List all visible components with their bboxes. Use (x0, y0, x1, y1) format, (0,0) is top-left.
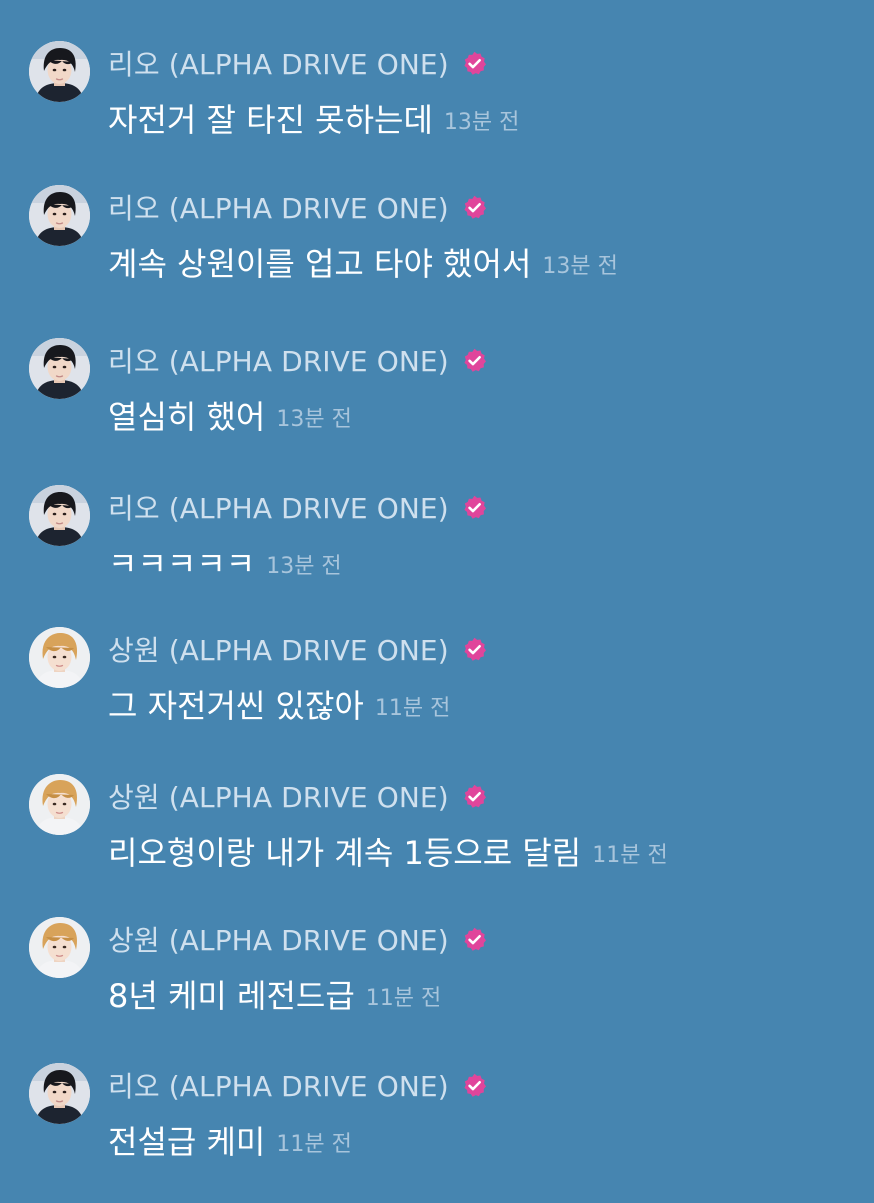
author-name[interactable]: 상원 (ALPHA DRIVE ONE) (108, 776, 449, 816)
message-row: 자전거 잘 타진 못하는데 13분 전 (108, 96, 519, 140)
message-text: ㅋㅋㅋㅋㅋ (108, 545, 256, 583)
verified-badge-icon (461, 494, 488, 521)
avatar-rio[interactable] (29, 41, 90, 102)
message-timestamp: 11분 전 (374, 696, 451, 721)
author-name[interactable]: 리오 (ALPHA DRIVE ONE) (108, 1065, 449, 1105)
avatar-rio[interactable] (29, 1063, 90, 1124)
message-text: 계속 상원이를 업고 타야 했어서 (108, 245, 532, 283)
author-row: 상원 (ALPHA DRIVE ONE) (108, 629, 488, 669)
message-item[interactable]: 상원 (ALPHA DRIVE ONE) 그 자전거씬 있잖아 11분 전 (0, 627, 874, 767)
avatar-sangwon[interactable] (29, 917, 90, 978)
rio-avatar-image (29, 185, 90, 246)
message-timestamp: 11분 전 (592, 843, 668, 868)
rio-avatar-image (29, 41, 90, 102)
author-row: 리오 (ALPHA DRIVE ONE) (108, 487, 488, 527)
author-row: 상원 (ALPHA DRIVE ONE) (108, 776, 488, 816)
author-name[interactable]: 리오 (ALPHA DRIVE ONE) (108, 187, 449, 227)
message-timestamp: 13분 전 (276, 407, 352, 432)
verified-badge-icon (461, 926, 488, 953)
avatar-sangwon[interactable] (29, 627, 90, 688)
verified-badge-icon (461, 347, 488, 374)
verified-badge-icon (461, 636, 488, 663)
author-row: 리오 (ALPHA DRIVE ONE) (108, 1065, 488, 1105)
avatar-rio[interactable] (29, 338, 90, 399)
author-row: 리오 (ALPHA DRIVE ONE) (108, 340, 488, 380)
comment-feed: 리오 (ALPHA DRIVE ONE) 자전거 잘 타진 못하는데 13분 전… (0, 0, 874, 1200)
message-item[interactable]: 리오 (ALPHA DRIVE ONE) ㅋㅋㅋㅋㅋ 13분 전 (0, 485, 874, 625)
message-timestamp: 13분 전 (443, 110, 520, 135)
message-timestamp: 11분 전 (276, 1132, 352, 1157)
author-name[interactable]: 상원 (ALPHA DRIVE ONE) (108, 629, 449, 669)
author-name[interactable]: 상원 (ALPHA DRIVE ONE) (108, 919, 449, 959)
message-item[interactable]: 리오 (ALPHA DRIVE ONE) 전설급 케미 11분 전 (0, 1063, 874, 1203)
avatar-rio[interactable] (29, 185, 90, 246)
verified-badge-icon (461, 783, 488, 810)
author-row: 리오 (ALPHA DRIVE ONE) (108, 43, 488, 83)
message-item[interactable]: 리오 (ALPHA DRIVE ONE) 계속 상원이를 업고 타야 했어서 1… (0, 185, 874, 325)
message-text: 8년 케미 레전드급 (108, 977, 355, 1015)
rio-avatar-image (29, 485, 90, 546)
message-text: 전설급 케미 (108, 1123, 266, 1161)
verified-badge-icon (461, 50, 488, 77)
message-text: 자전거 잘 타진 못하는데 (108, 101, 433, 139)
message-row: 리오형이랑 내가 계속 1등으로 달림 11분 전 (108, 829, 668, 873)
message-text: 그 자전거씬 있잖아 (108, 687, 364, 725)
message-timestamp: 13분 전 (542, 254, 618, 279)
author-name[interactable]: 리오 (ALPHA DRIVE ONE) (108, 340, 449, 380)
message-row: 전설급 케미 11분 전 (108, 1118, 352, 1162)
message-row: ㅋㅋㅋㅋㅋ 13분 전 (108, 540, 342, 584)
message-text: 열심히 했어 (108, 398, 266, 436)
message-item[interactable]: 상원 (ALPHA DRIVE ONE) 리오형이랑 내가 계속 1등으로 달림… (0, 774, 874, 914)
message-timestamp: 13분 전 (266, 554, 342, 579)
message-item[interactable]: 리오 (ALPHA DRIVE ONE) 자전거 잘 타진 못하는데 13분 전 (0, 41, 874, 181)
author-name[interactable]: 리오 (ALPHA DRIVE ONE) (108, 487, 449, 527)
message-row: 그 자전거씬 있잖아 11분 전 (108, 682, 450, 726)
message-text: 리오형이랑 내가 계속 1등으로 달림 (108, 834, 582, 872)
message-timestamp: 11분 전 (365, 986, 442, 1011)
message-row: 열심히 했어 13분 전 (108, 393, 352, 437)
author-row: 상원 (ALPHA DRIVE ONE) (108, 919, 488, 959)
rio-avatar-image (29, 338, 90, 399)
message-item[interactable]: 상원 (ALPHA DRIVE ONE) 8년 케미 레전드급 11분 전 (0, 917, 874, 1057)
rio-avatar-image (29, 1063, 90, 1124)
message-item[interactable]: 리오 (ALPHA DRIVE ONE) 열심히 했어 13분 전 (0, 338, 874, 478)
avatar-rio[interactable] (29, 485, 90, 546)
verified-badge-icon (461, 1072, 488, 1099)
verified-badge-icon (461, 194, 488, 221)
sangwon-avatar-image (29, 917, 90, 978)
author-name[interactable]: 리오 (ALPHA DRIVE ONE) (108, 43, 449, 83)
author-row: 리오 (ALPHA DRIVE ONE) (108, 187, 488, 227)
message-row: 계속 상원이를 업고 타야 했어서 13분 전 (108, 240, 618, 284)
message-row: 8년 케미 레전드급 11분 전 (108, 972, 441, 1016)
sangwon-avatar-image (29, 774, 90, 835)
sangwon-avatar-image (29, 627, 90, 688)
avatar-sangwon[interactable] (29, 774, 90, 835)
